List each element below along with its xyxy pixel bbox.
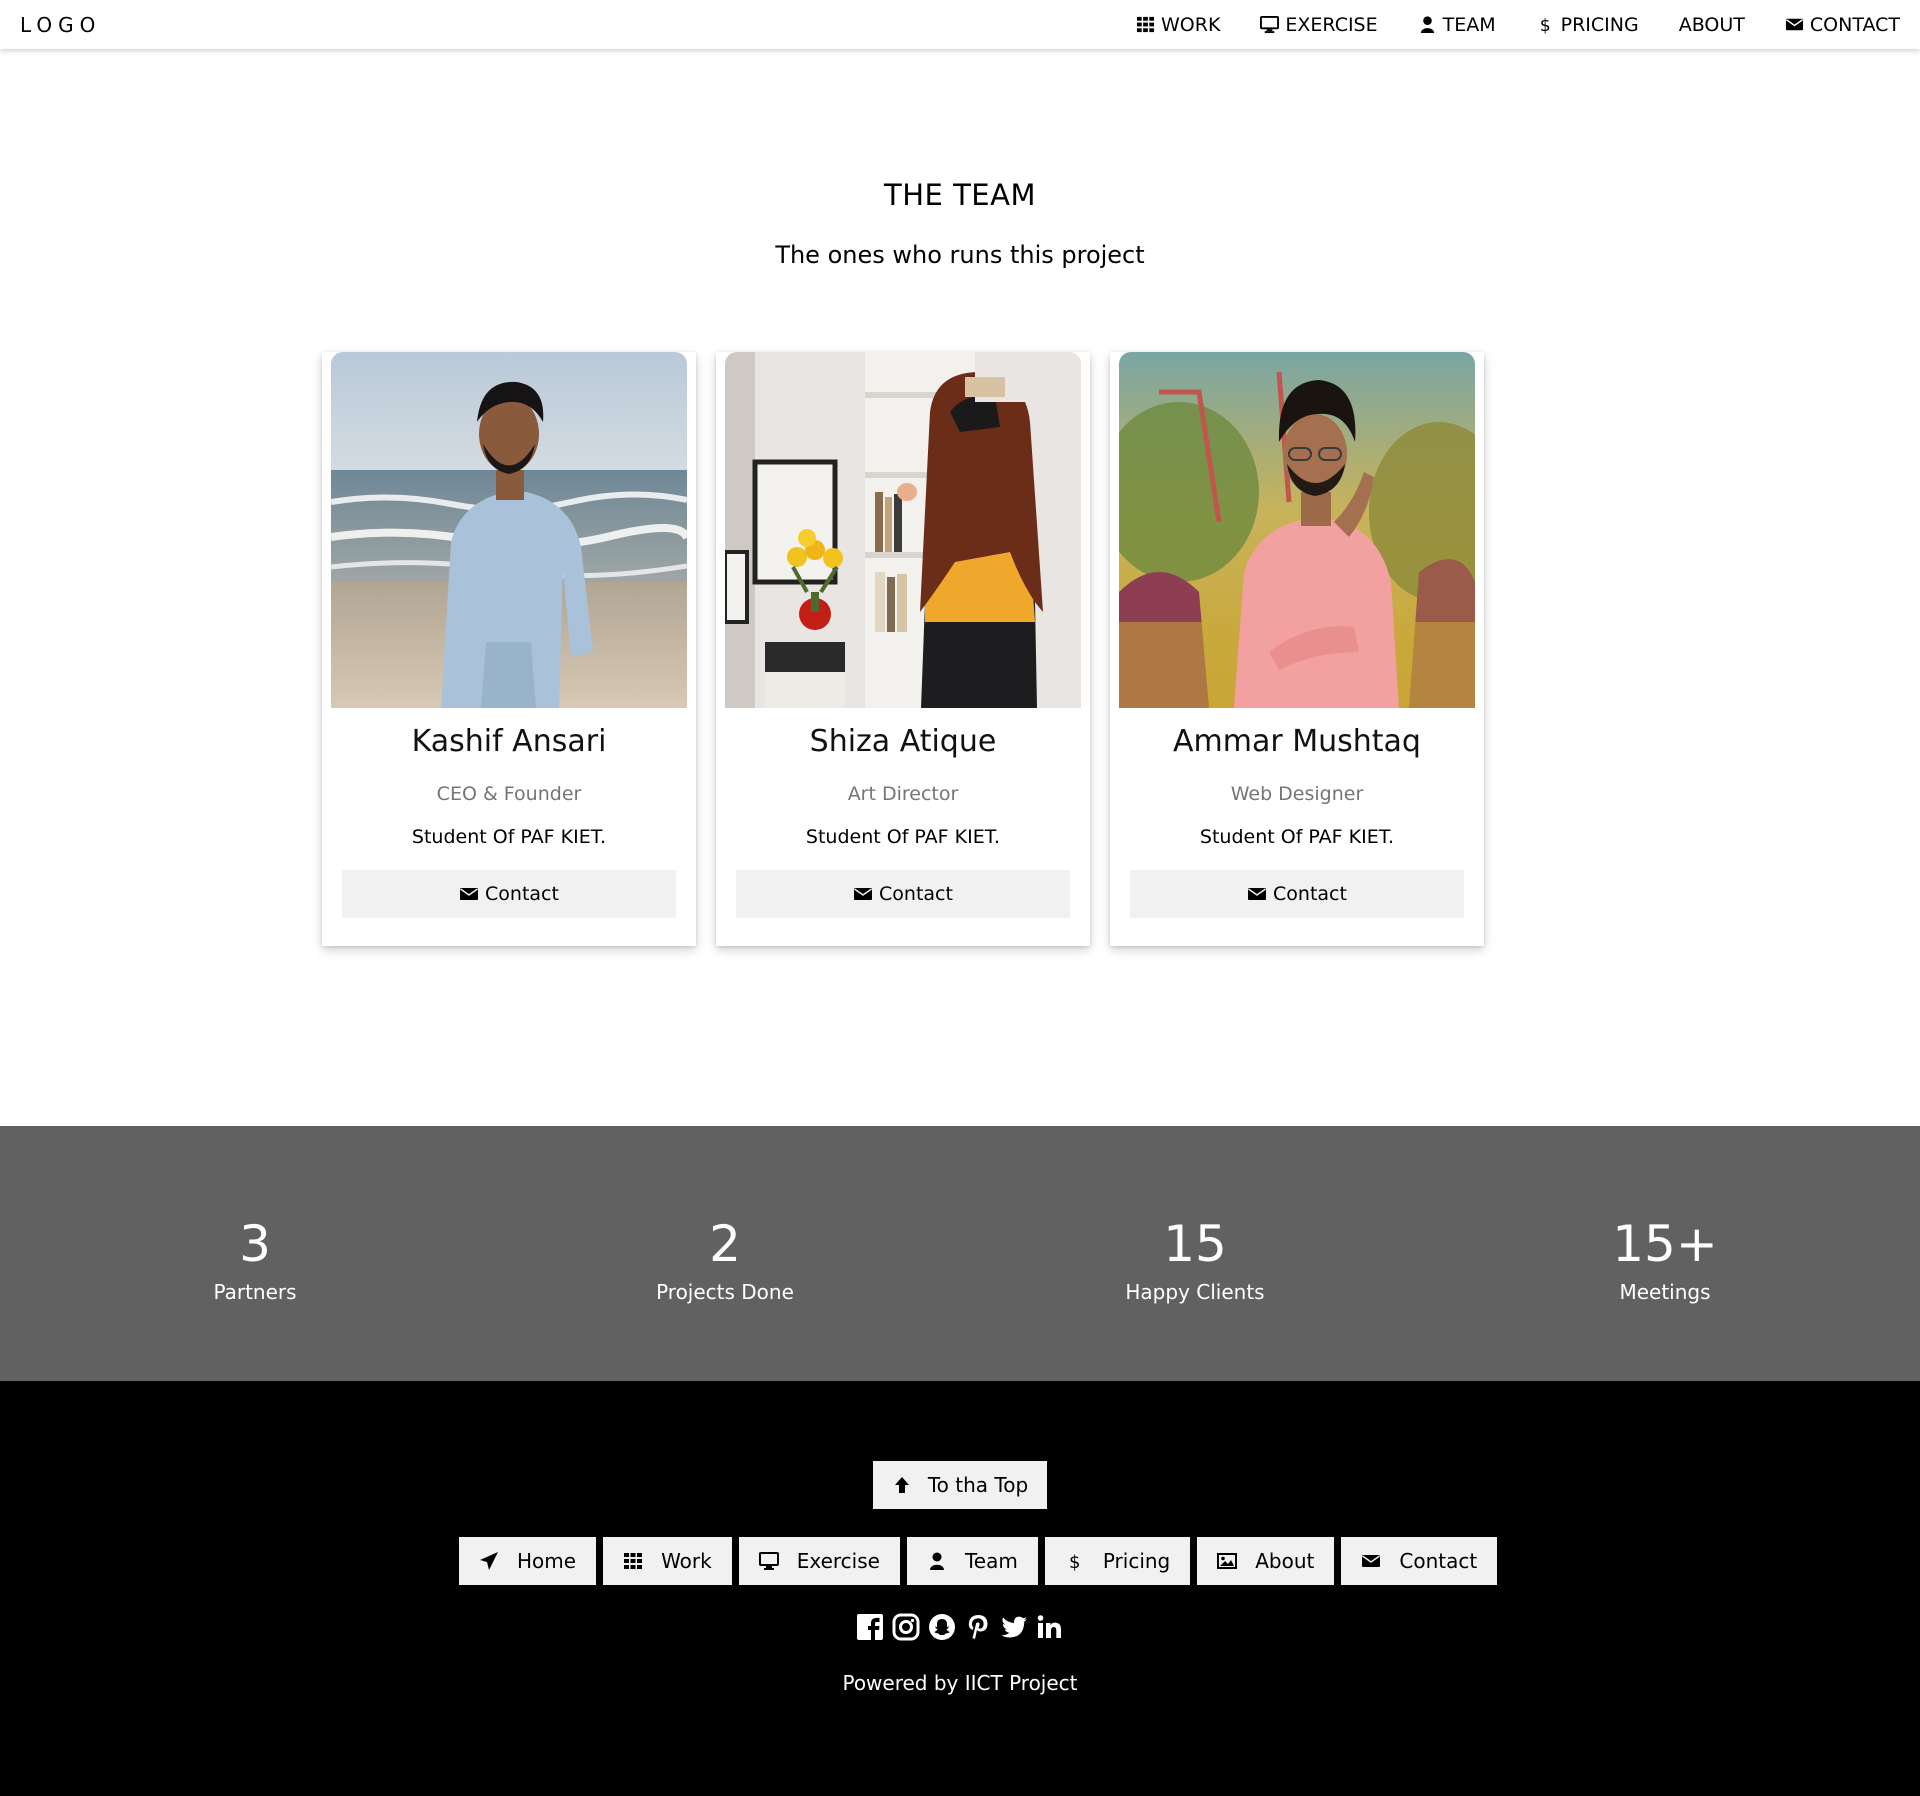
footer-nav-about[interactable]: About bbox=[1197, 1537, 1335, 1585]
member-description: Student Of PAF KIET. bbox=[411, 826, 607, 848]
envelope-icon bbox=[1362, 1555, 1381, 1567]
nav-team-label: TEAM bbox=[1442, 13, 1496, 36]
footer-nav-team[interactable]: Team bbox=[906, 1537, 1038, 1585]
member-name: Kashif Ansari bbox=[411, 724, 607, 759]
stat-clients: 15 Happy Clients bbox=[1045, 1214, 1345, 1304]
member-photo bbox=[725, 352, 1081, 708]
nav-contact[interactable]: CONTACT bbox=[1765, 0, 1920, 49]
contact-button-label: Contact bbox=[485, 883, 559, 905]
footer-nav-label: Contact bbox=[1399, 1549, 1478, 1573]
social-links bbox=[0, 1613, 1920, 1641]
nav-pricing-label: PRICING bbox=[1560, 13, 1639, 36]
footer-nav-exercise[interactable]: Exercise bbox=[738, 1537, 900, 1585]
stat-partners: 3 Partners bbox=[105, 1214, 405, 1304]
contact-button[interactable]: Contact bbox=[1130, 870, 1464, 918]
team-card: Shiza Atique Art Director Student Of PAF… bbox=[716, 352, 1090, 946]
stat-label: Projects Done bbox=[656, 1280, 794, 1304]
user-icon bbox=[929, 1552, 944, 1570]
stat-value: 15+ bbox=[1612, 1215, 1718, 1273]
instagram-icon[interactable] bbox=[892, 1613, 920, 1641]
svg-text:$: $ bbox=[1069, 1552, 1080, 1571]
stat-meetings: 15+ Meetings bbox=[1515, 1214, 1815, 1304]
contact-button-label: Contact bbox=[879, 883, 953, 905]
desktop-icon bbox=[758, 1552, 779, 1570]
image-icon bbox=[1217, 1553, 1238, 1569]
nav-contact-label: CONTACT bbox=[1809, 13, 1900, 36]
stat-value: 15 bbox=[1163, 1215, 1227, 1273]
footer-nav-contact[interactable]: Contact bbox=[1341, 1537, 1498, 1585]
footer-nav-label: Pricing bbox=[1102, 1549, 1171, 1573]
member-name: Ammar Mushtaq bbox=[1173, 724, 1421, 759]
team-cards: Kashif Ansari CEO & Founder Student Of P… bbox=[322, 352, 1484, 946]
footer-nav-pricing[interactable]: $ Pricing bbox=[1044, 1537, 1191, 1585]
nav-work[interactable]: WORK bbox=[1116, 0, 1240, 49]
nav-pricing[interactable]: $ PRICING bbox=[1516, 0, 1659, 49]
envelope-icon bbox=[1785, 15, 1804, 34]
to-top-button[interactable]: To tha Top bbox=[873, 1461, 1047, 1509]
footer-nav-label: Exercise bbox=[796, 1549, 880, 1573]
main-nav: WORK EXERCISE TEAM $ PRICING ABOUT CONTA… bbox=[1116, 0, 1920, 49]
member-role: Web Designer bbox=[1230, 783, 1364, 805]
pinterest-icon[interactable] bbox=[964, 1613, 992, 1641]
linkedin-icon[interactable] bbox=[1036, 1613, 1064, 1641]
facebook-icon[interactable] bbox=[856, 1613, 884, 1641]
snapchat-icon[interactable] bbox=[928, 1613, 956, 1641]
nav-exercise-label: EXERCISE bbox=[1285, 13, 1378, 36]
nav-about[interactable]: ABOUT bbox=[1659, 0, 1765, 49]
footer-nav: Home Work Exercise Team $ Pricing About … bbox=[459, 1537, 1498, 1585]
member-role: CEO & Founder bbox=[436, 783, 582, 805]
grid-icon bbox=[1136, 15, 1155, 34]
footer-nav-label: Work bbox=[661, 1549, 712, 1573]
powered-by-text: Powered by IICT Project bbox=[842, 1671, 1078, 1695]
dollar-icon: $ bbox=[1069, 1552, 1080, 1571]
team-title: THE TEAM bbox=[884, 178, 1036, 212]
footer-nav-label: Home bbox=[517, 1549, 577, 1573]
grid-icon bbox=[624, 1553, 643, 1569]
member-description: Student Of PAF KIET. bbox=[1199, 826, 1395, 848]
contact-button[interactable]: Contact bbox=[736, 870, 1070, 918]
envelope-icon bbox=[1248, 888, 1267, 900]
stat-label: Happy Clients bbox=[1125, 1280, 1265, 1304]
twitter-icon[interactable] bbox=[1000, 1613, 1028, 1641]
envelope-icon bbox=[460, 888, 479, 900]
contact-button[interactable]: Contact bbox=[342, 870, 676, 918]
footer-nav-label: Team bbox=[964, 1549, 1018, 1573]
member-role: Art Director bbox=[847, 783, 959, 805]
stat-projects: 2 Projects Done bbox=[575, 1214, 875, 1304]
team-card: Ammar Mushtaq Web Designer Student Of PA… bbox=[1110, 352, 1484, 946]
stat-value: 3 bbox=[239, 1215, 271, 1273]
nav-work-label: WORK bbox=[1161, 13, 1221, 36]
stat-value: 2 bbox=[709, 1215, 741, 1273]
footer: To tha Top Home Work Exercise Team $ Pri… bbox=[0, 1381, 1920, 1796]
footer-nav-work[interactable]: Work bbox=[603, 1537, 732, 1585]
nav-about-label: ABOUT bbox=[1678, 13, 1745, 36]
dollar-icon: $ bbox=[1536, 15, 1555, 34]
nav-team[interactable]: TEAM bbox=[1398, 0, 1516, 49]
contact-button-label: Contact bbox=[1273, 883, 1347, 905]
team-subtitle: The ones who runs this project bbox=[775, 241, 1145, 269]
stat-label: Meetings bbox=[1619, 1280, 1711, 1304]
member-description: Student Of PAF KIET. bbox=[805, 826, 1001, 848]
member-photo bbox=[1119, 352, 1475, 708]
user-icon bbox=[1418, 15, 1437, 34]
paper-plane-icon bbox=[480, 1552, 498, 1570]
footer-nav-label: About bbox=[1255, 1549, 1315, 1573]
member-name: Shiza Atique bbox=[809, 724, 997, 759]
desktop-icon bbox=[1260, 15, 1280, 34]
member-photo bbox=[331, 352, 687, 708]
svg-text:$: $ bbox=[1539, 16, 1550, 34]
stat-label: Partners bbox=[213, 1280, 297, 1304]
envelope-icon bbox=[854, 888, 873, 900]
arrow-up-icon bbox=[894, 1477, 909, 1493]
to-top-label: To tha Top bbox=[927, 1473, 1029, 1497]
team-card: Kashif Ansari CEO & Founder Student Of P… bbox=[322, 352, 696, 946]
logo[interactable]: LOGO bbox=[20, 13, 101, 37]
stats-section: 3 Partners 2 Projects Done 15 Happy Clie… bbox=[0, 1126, 1920, 1381]
nav-exercise[interactable]: EXERCISE bbox=[1240, 0, 1397, 49]
top-navbar: LOGO WORK EXERCISE TEAM $ PRICING ABOUT … bbox=[0, 0, 1920, 49]
footer-nav-home[interactable]: Home bbox=[459, 1537, 597, 1585]
